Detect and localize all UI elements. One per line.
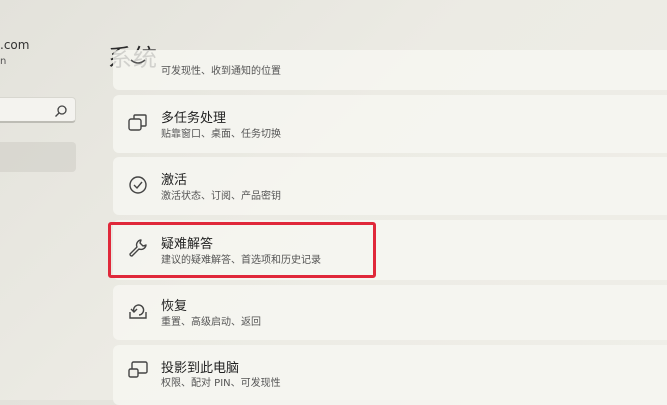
settings-item-multitasking[interactable]: 多任务处理 贴靠窗口、桌面、任务切换 bbox=[113, 95, 667, 153]
account-subtext: n bbox=[0, 56, 7, 67]
search-icon[interactable] bbox=[54, 103, 68, 117]
account-email: .com bbox=[0, 38, 30, 52]
search-input[interactable] bbox=[0, 97, 76, 123]
settings-item-description: 激活状态、订阅、产品密钥 bbox=[161, 191, 281, 202]
highlight-annotation-box bbox=[108, 222, 376, 278]
settings-item-recovery[interactable]: 恢复 重置、高级启动、返回 bbox=[113, 285, 667, 340]
recovery-icon bbox=[127, 300, 149, 322]
multitasking-icon bbox=[127, 112, 149, 134]
settings-item-project-to-pc[interactable]: 投影到此电脑 权限、配对 PIN、可发现性 bbox=[113, 345, 667, 405]
settings-item-title: 激活 bbox=[161, 173, 188, 188]
settings-item-title: 恢复 bbox=[161, 299, 188, 314]
settings-item-title: 多任务处理 bbox=[161, 111, 227, 126]
settings-item-description: 重置、高级启动、返回 bbox=[161, 317, 261, 328]
settings-item-description: 权限、配对 PIN、可发现性 bbox=[161, 378, 281, 389]
activation-check-icon bbox=[127, 174, 149, 196]
settings-item-description: 可发现性、收到通知的位置 bbox=[161, 66, 281, 77]
partial-icon bbox=[127, 54, 149, 76]
settings-item-notifications-partial[interactable]: 可发现性、收到通知的位置 bbox=[113, 50, 667, 90]
sidebar: .com n bbox=[0, 0, 96, 400]
settings-item-activation[interactable]: 激活 激活状态、订阅、产品密钥 bbox=[113, 157, 667, 215]
settings-item-description: 贴靠窗口、桌面、任务切换 bbox=[161, 129, 281, 140]
projection-icon bbox=[127, 359, 149, 381]
sidebar-item-system[interactable] bbox=[0, 142, 76, 172]
